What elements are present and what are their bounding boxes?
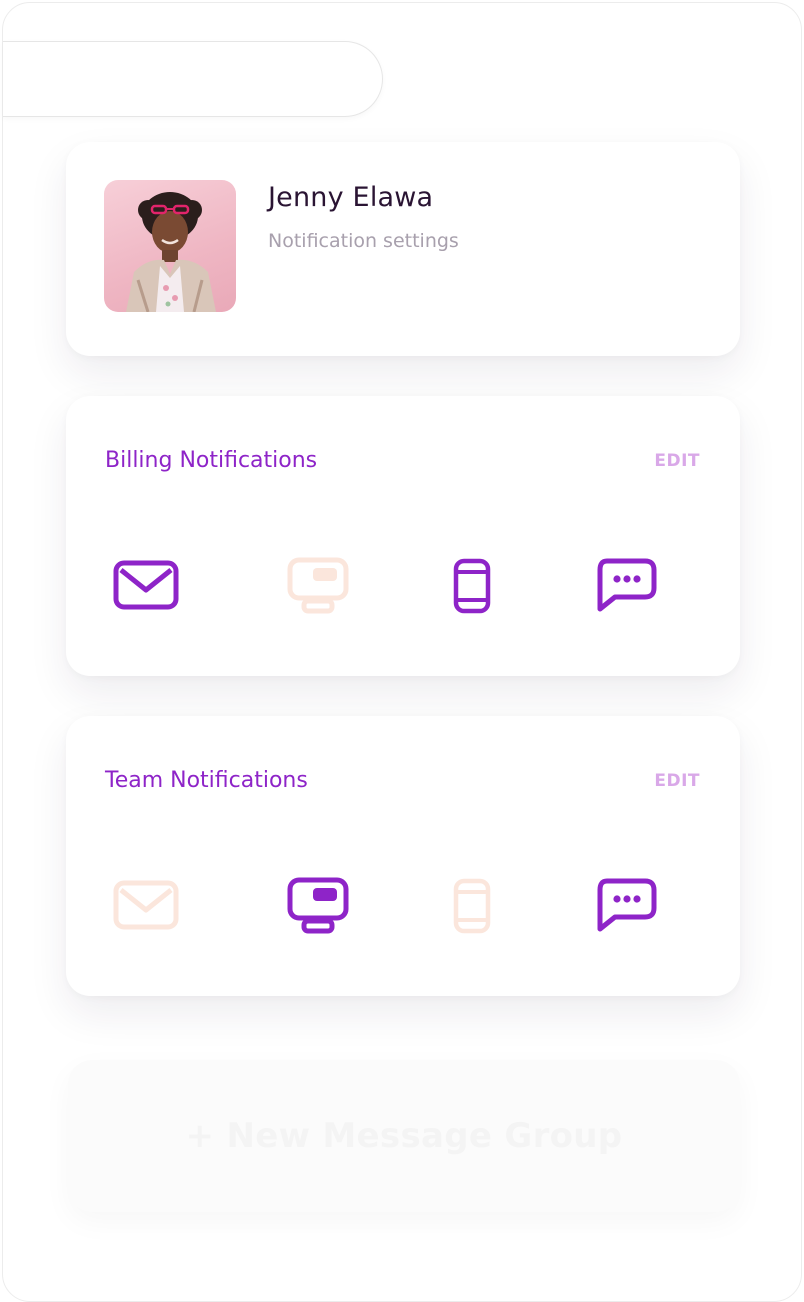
team-notifications-card: Team Notifications EDIT: [66, 716, 740, 996]
chat-icon: [597, 878, 657, 932]
billing-chat-toggle[interactable]: [586, 546, 666, 626]
mail-icon: [113, 880, 179, 930]
billing-notifications-title: Billing Notifications: [105, 448, 318, 473]
team-email-toggle[interactable]: [106, 866, 186, 946]
desktop-icon: [287, 877, 349, 934]
team-notifications-title: Team Notifications: [105, 768, 308, 793]
avatar: [104, 180, 236, 312]
profile-subtitle: Notification settings: [268, 230, 459, 252]
profile-name: Jenny Elawa: [268, 182, 434, 213]
mobile-icon: [453, 558, 491, 614]
billing-edit-button[interactable]: EDIT: [654, 451, 700, 471]
team-edit-button[interactable]: EDIT: [654, 771, 700, 791]
billing-desktop-toggle[interactable]: [278, 546, 358, 626]
new-message-group-label: + New Message Group: [185, 1116, 623, 1156]
mail-icon: [113, 560, 179, 610]
team-desktop-toggle[interactable]: [278, 866, 358, 946]
profile-card: Jenny Elawa Notification settings: [66, 142, 740, 356]
billing-email-toggle[interactable]: [106, 546, 186, 626]
mobile-icon: [453, 878, 491, 934]
billing-mobile-toggle[interactable]: [432, 546, 512, 626]
top-tab-pill[interactable]: [3, 41, 383, 117]
billing-notifications-card: Billing Notifications EDIT: [66, 396, 740, 676]
chat-icon: [597, 558, 657, 612]
team-mobile-toggle[interactable]: [432, 866, 512, 946]
team-chat-toggle[interactable]: [586, 866, 666, 946]
desktop-icon: [287, 557, 349, 614]
new-message-group-button[interactable]: + New Message Group: [68, 1060, 740, 1212]
